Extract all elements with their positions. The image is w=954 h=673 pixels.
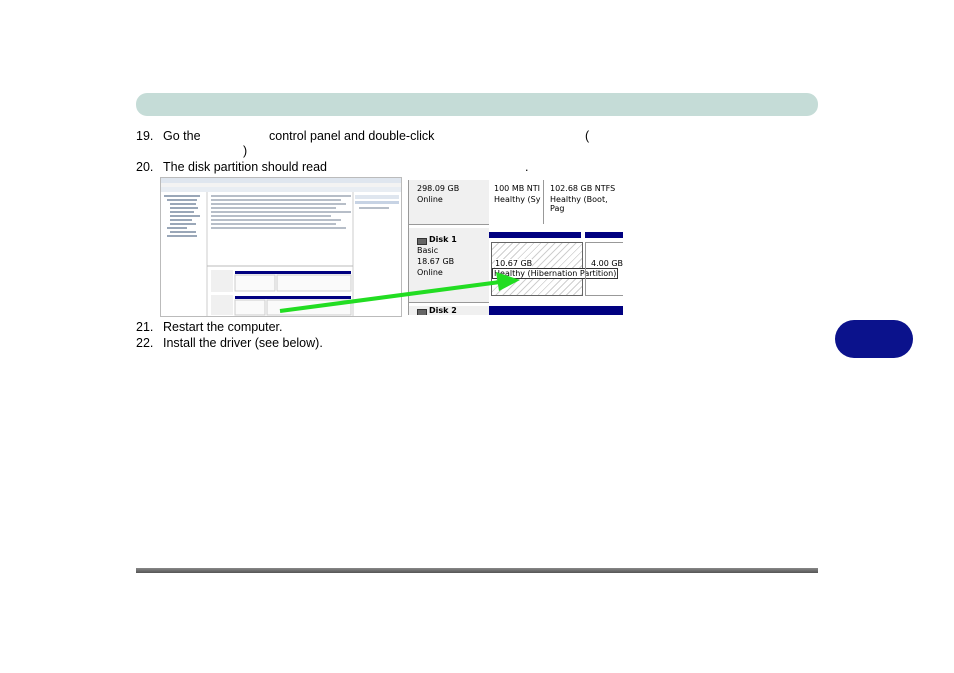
hibernation-size: 10.67 GB (495, 259, 533, 268)
disk0-size: 298.09 GB (417, 184, 460, 193)
disk1-size: 18.67 GB (417, 257, 455, 266)
disk0-info: 298.09 GB Online (409, 180, 489, 225)
header-bar (136, 93, 818, 116)
disk2-name: Disk 2 (429, 306, 457, 315)
partition-system-health: Healthy (Sy (494, 195, 541, 204)
free-size: 4.00 GB (591, 259, 623, 268)
disk-icon (417, 238, 427, 245)
partition-boot-size: 102.68 GB NTFS (550, 184, 616, 193)
step-19: 19. Go the control panel and double-clic… (136, 129, 816, 159)
disk1-type: Basic (417, 246, 439, 255)
free-partition: 4.00 GB (585, 242, 623, 296)
volume-bar (585, 232, 623, 238)
disk1-name: Disk 1 (429, 235, 457, 244)
step-text: Restart the computer. (163, 320, 283, 334)
footer-rule (136, 568, 818, 573)
partition-system-size: 100 MB NTI (494, 184, 540, 193)
step-text: Go the (163, 129, 201, 143)
step-22: 22. Install the driver (see below). (136, 336, 536, 351)
step-text: The disk partition should read (163, 160, 327, 174)
step-text: Install the driver (see below). (163, 336, 323, 350)
disk0-status: Online (417, 195, 443, 204)
step-text: control panel and double-click (269, 129, 435, 143)
step-number: 19. (136, 129, 154, 143)
partition-boot: 102.68 GB NTFS Healthy (Boot, Pag (547, 180, 623, 224)
chapter-tab (835, 320, 913, 358)
disk1-status: Online (417, 268, 443, 277)
step-21: 21. Restart the computer. (136, 320, 536, 335)
partition-system: 100 MB NTI Healthy (Sy (491, 180, 544, 224)
disk2-info: Disk 2 (409, 306, 489, 315)
computer-management-screenshot (160, 177, 402, 317)
disk-icon (417, 309, 427, 315)
step-text: ) (243, 144, 248, 158)
step-text: ( (585, 129, 590, 143)
step-number: 20. (136, 160, 154, 174)
step-20: 20. The disk partition should read . (136, 160, 816, 175)
disk-management-zoom: 298.09 GB Online 100 MB NTI Healthy (Sy … (408, 180, 623, 315)
computer-management-image (161, 178, 401, 316)
step-number: 22. (136, 336, 154, 350)
partition-boot-health: Healthy (Boot, Pag (550, 195, 608, 213)
volume-bar (489, 232, 581, 238)
step-text: . (525, 160, 529, 174)
step-number: 21. (136, 320, 154, 334)
volume-bar (489, 306, 623, 315)
disk1-info: Disk 1 Basic 18.67 GB Online (409, 228, 489, 303)
